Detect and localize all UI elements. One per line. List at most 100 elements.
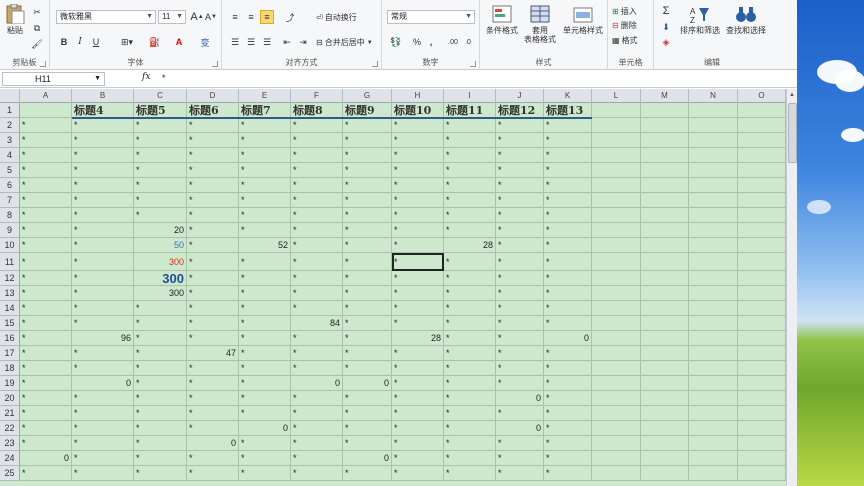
grid-cell[interactable]: 47 — [187, 346, 239, 361]
grid-cell[interactable]: * — [20, 331, 72, 346]
grid-cell[interactable]: * — [392, 451, 444, 466]
grid-cell[interactable] — [592, 451, 641, 466]
grid-cell[interactable]: * — [544, 133, 592, 148]
column-header-a[interactable]: A — [20, 89, 72, 103]
grid-cell[interactable] — [689, 163, 738, 178]
column-header-i[interactable]: I — [444, 89, 496, 103]
grid-cell[interactable]: * — [392, 208, 444, 223]
grid-cell[interactable]: * — [187, 376, 239, 391]
row-header-23[interactable]: 23 — [0, 436, 20, 451]
grid-cell[interactable]: * — [544, 238, 592, 253]
grid-cell[interactable]: * — [444, 193, 496, 208]
decrease-decimal-icon[interactable]: .0 — [461, 35, 475, 49]
grid-cell[interactable]: * — [20, 178, 72, 193]
grid-cell[interactable]: * — [343, 286, 392, 301]
grid-cell[interactable]: * — [392, 271, 444, 286]
grid-cell[interactable]: * — [239, 346, 291, 361]
autosum-button[interactable]: Σ — [660, 4, 672, 18]
cut-icon[interactable]: ✂ — [30, 6, 44, 18]
insert-button[interactable]: ⊞ 插入 — [612, 6, 637, 17]
grid-cell[interactable]: * — [20, 253, 72, 271]
column-title-cell[interactable] — [20, 103, 72, 118]
grid-cell[interactable]: * — [392, 406, 444, 421]
grid-cell[interactable] — [738, 331, 786, 346]
grid-cell[interactable]: * — [187, 163, 239, 178]
grid-cell[interactable]: * — [544, 451, 592, 466]
grid-cell[interactable]: * — [72, 253, 134, 271]
grid-cell[interactable] — [689, 286, 738, 301]
grid-cell[interactable]: * — [544, 406, 592, 421]
grid-cell[interactable]: * — [496, 436, 544, 451]
grid-cell[interactable] — [689, 178, 738, 193]
grid-cell[interactable]: * — [187, 331, 239, 346]
grid-cell[interactable]: * — [20, 271, 72, 286]
grid-cell[interactable] — [592, 421, 641, 436]
grid-cell[interactable]: * — [187, 271, 239, 286]
grid-cell[interactable]: 0 — [496, 391, 544, 406]
column-header-j[interactable]: J — [496, 89, 544, 103]
grid-cell[interactable]: * — [20, 223, 72, 238]
grid-cell[interactable]: * — [291, 238, 343, 253]
grid-cell[interactable] — [641, 253, 689, 271]
grid-cell[interactable]: * — [72, 163, 134, 178]
grid-cell[interactable]: * — [72, 316, 134, 331]
grid-cell[interactable]: 28 — [392, 331, 444, 346]
grid-cell[interactable]: 52 — [239, 238, 291, 253]
grid-cell[interactable]: * — [187, 451, 239, 466]
grid-cell[interactable] — [592, 466, 641, 481]
grid-cell[interactable]: * — [444, 406, 496, 421]
grid-cell[interactable]: * — [187, 193, 239, 208]
grid-cell[interactable]: * — [544, 391, 592, 406]
column-header-l[interactable]: L — [592, 89, 641, 103]
grid-cell[interactable]: * — [343, 421, 392, 436]
grid-cell[interactable] — [641, 376, 689, 391]
grid-cell[interactable]: * — [134, 118, 187, 133]
grid-cell[interactable]: * — [444, 376, 496, 391]
grid-cell[interactable]: * — [187, 421, 239, 436]
grid-cell[interactable]: * — [496, 406, 544, 421]
grid-cell[interactable]: * — [72, 361, 134, 376]
grid-cell[interactable]: * — [72, 391, 134, 406]
accounting-icon[interactable]: 💱 — [388, 35, 404, 49]
grid-cell[interactable]: * — [291, 193, 343, 208]
grid-cell[interactable]: * — [239, 118, 291, 133]
grid-cell[interactable]: * — [20, 148, 72, 163]
grid-cell[interactable]: * — [444, 361, 496, 376]
grid-cell[interactable]: * — [72, 208, 134, 223]
grid-cell[interactable] — [641, 436, 689, 451]
grid-cell[interactable] — [592, 223, 641, 238]
grid-cell[interactable]: * — [343, 346, 392, 361]
grid-cell[interactable] — [592, 118, 641, 133]
grid-cell[interactable] — [592, 331, 641, 346]
grid-cell[interactable]: 50 — [134, 238, 187, 253]
column-header-d[interactable]: D — [187, 89, 239, 103]
grid-cell[interactable] — [738, 301, 786, 316]
grid-cell[interactable]: * — [544, 316, 592, 331]
grid-cell[interactable]: * — [444, 316, 496, 331]
grid-cell[interactable]: * — [544, 223, 592, 238]
grid-cell[interactable]: * — [20, 346, 72, 361]
grid-cell[interactable] — [689, 133, 738, 148]
grid-cell[interactable]: * — [187, 208, 239, 223]
grid-cell[interactable] — [641, 316, 689, 331]
align-bottom-icon[interactable]: ≡ — [260, 10, 274, 24]
grid-cell[interactable]: * — [544, 376, 592, 391]
grid-cell[interactable]: * — [291, 436, 343, 451]
grid-cell[interactable]: * — [187, 301, 239, 316]
grid-cell[interactable] — [738, 133, 786, 148]
conditional-format-button[interactable]: 条件格式 — [482, 4, 522, 35]
row-header-22[interactable]: 22 — [0, 421, 20, 436]
grid-cell[interactable] — [592, 271, 641, 286]
row-header-3[interactable]: 3 — [0, 133, 20, 148]
grid-cell[interactable] — [592, 163, 641, 178]
grid-cell[interactable]: * — [496, 466, 544, 481]
comma-button[interactable]: , — [426, 35, 436, 49]
grid-cell[interactable]: * — [291, 208, 343, 223]
grid-cell[interactable]: 0 — [187, 436, 239, 451]
alignment-launcher[interactable] — [372, 61, 378, 67]
column-title-cell[interactable]: 标题10 — [392, 103, 444, 118]
grid-cell[interactable]: * — [544, 421, 592, 436]
grid-cell[interactable] — [689, 391, 738, 406]
align-left-icon[interactable]: ☰ — [228, 35, 242, 49]
grid-cell[interactable]: * — [496, 253, 544, 271]
